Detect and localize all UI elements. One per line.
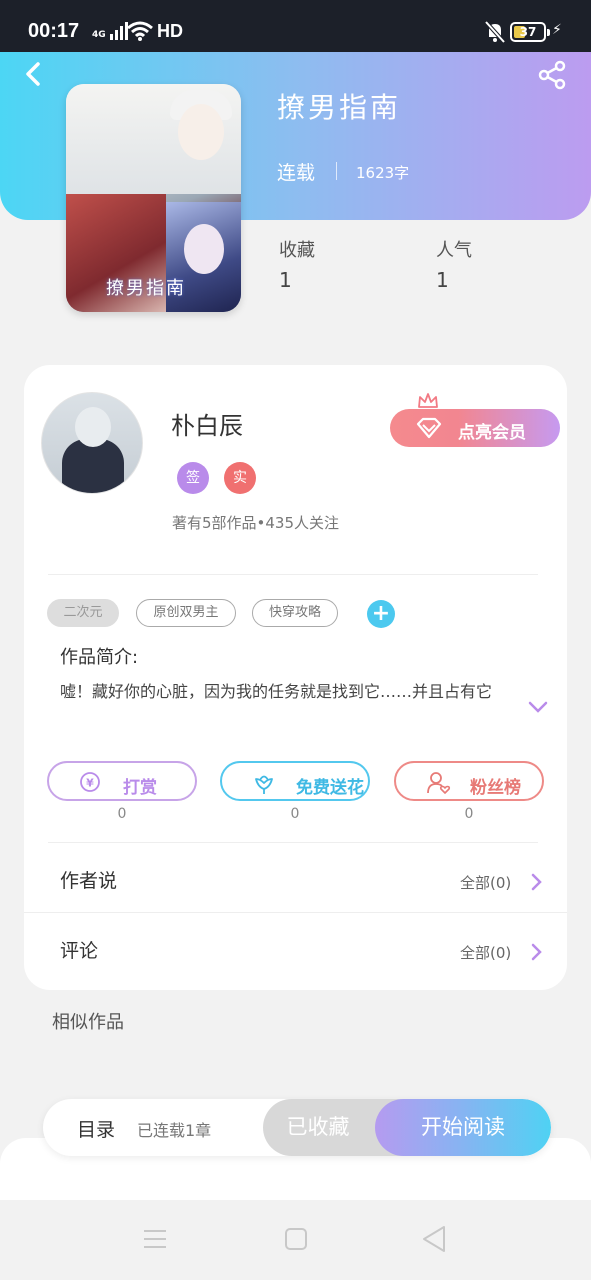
home-icon[interactable] [283, 1226, 309, 1252]
wifi-icon [127, 21, 153, 41]
similar-works-title: 相似作品 [52, 1012, 124, 1033]
menu-icon[interactable] [142, 1226, 168, 1252]
hd-indicator: HD [157, 21, 183, 41]
chevron-right-icon[interactable] [528, 942, 546, 962]
diamond-icon [416, 417, 442, 439]
stat-collect-value: 1 [279, 268, 292, 292]
status-time: 00:17 [28, 20, 80, 42]
author-name[interactable]: 朴白辰 [171, 406, 243, 441]
flower-count: 0 [290, 806, 300, 822]
book-status: 连载 [277, 162, 316, 184]
tip-count: 0 [117, 806, 127, 822]
author-works-info: 著有5部作品•435人关注 [172, 514, 340, 532]
badge-signed: 签 [177, 462, 209, 494]
vip-button-label: 点亮会员 [458, 423, 526, 442]
status-bar: 00:17 4G HD 37 ⚡ [0, 0, 591, 52]
stat-collect-label: 收藏 [279, 240, 315, 261]
send-flower-button[interactable]: 免费送花 [220, 761, 370, 801]
user-heart-icon [427, 772, 451, 794]
chevron-down-icon[interactable] [526, 698, 550, 716]
battery-icon: 37 [510, 22, 550, 42]
fan-count: 0 [464, 806, 474, 822]
flower-icon [255, 775, 273, 794]
divider [48, 842, 538, 843]
word-count: 1623字 [356, 164, 410, 182]
charging-icon: ⚡ [552, 22, 562, 38]
bottom-action-bar: 目录 已连载1章 已收藏 开始阅读 [43, 1099, 551, 1156]
collected-label: 已收藏 [286, 1115, 350, 1139]
book-cover[interactable]: 撩男指南 [66, 84, 241, 312]
share-icon[interactable] [536, 58, 570, 92]
divider [48, 574, 538, 575]
stat-popularity-value: 1 [436, 268, 449, 292]
tag-original-bl[interactable]: 原创双男主 [136, 599, 236, 627]
network-type: 4G [92, 30, 106, 40]
send-flower-label: 免费送花 [296, 778, 364, 797]
toc-button[interactable]: 目录 [77, 1115, 115, 1142]
crown-icon [418, 393, 438, 408]
yen-icon: ¥ [80, 772, 100, 792]
avatar[interactable] [41, 392, 143, 494]
tip-label: 打赏 [123, 778, 157, 797]
signal-icon: 4G [92, 22, 128, 40]
divider [24, 912, 567, 913]
intro-text: 嘘！藏好你的心脏，因为我的任务就是找到它……并且占有它 [60, 682, 493, 701]
start-reading-label: 开始阅读 [421, 1115, 505, 1139]
vip-button[interactable]: 点亮会员 [390, 409, 560, 447]
add-tag-button[interactable]: + [367, 600, 395, 628]
chevron-right-icon[interactable] [528, 872, 546, 892]
toc-progress[interactable]: 已连载1章 [137, 1117, 211, 1141]
nav-back-icon[interactable] [420, 1224, 448, 1254]
tag-anime[interactable]: 二次元 [47, 599, 119, 627]
battery-level: 37 [519, 25, 537, 39]
fan-ranking-label: 粉丝榜 [470, 778, 521, 797]
book-title: 撩男指南 [277, 91, 402, 124]
tag-quick-transmigration[interactable]: 快穿攻略 [252, 599, 338, 627]
tip-button[interactable]: ¥ 打赏 [47, 761, 197, 801]
fan-ranking-button[interactable]: 粉丝榜 [394, 761, 544, 801]
stat-popularity-label: 人气 [436, 240, 472, 261]
badge-verified: 实 [224, 462, 256, 494]
intro-title: 作品简介: [60, 647, 139, 668]
bell-muted-icon [484, 20, 506, 44]
start-reading-button[interactable]: 开始阅读 [375, 1099, 551, 1156]
back-icon[interactable] [18, 58, 52, 92]
author-says-label: 作者说 [60, 870, 118, 892]
author-says-all-link[interactable]: 全部(0) [460, 872, 511, 893]
divider [336, 162, 337, 180]
svg-text:¥: ¥ [86, 777, 94, 790]
comments-all-link[interactable]: 全部(0) [460, 942, 511, 963]
cover-title: 撩男指南 [106, 278, 186, 299]
comments-label: 评论 [60, 940, 99, 962]
